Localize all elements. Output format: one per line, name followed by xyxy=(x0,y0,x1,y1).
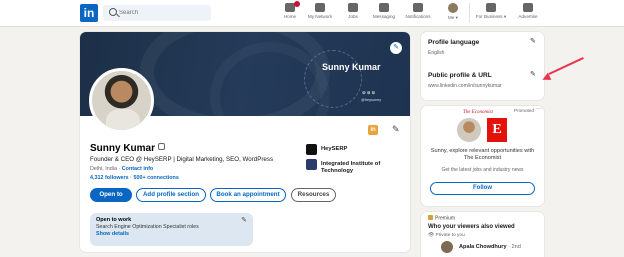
messaging-icon xyxy=(379,3,389,12)
profile-language-value: English xyxy=(428,50,445,56)
promoted-label: Promoted xyxy=(514,108,534,113)
profile-photo[interactable] xyxy=(89,68,154,133)
more-options-icon[interactable]: ··· xyxy=(536,106,542,112)
resources-button[interactable]: Resources xyxy=(291,188,336,202)
nav-advertise[interactable]: Advertise xyxy=(506,3,550,25)
edit-cover-pencil-icon[interactable]: ✎ xyxy=(390,42,402,54)
ad-brand: The Economist xyxy=(463,110,493,115)
jobs-icon xyxy=(348,3,358,12)
viewer-name[interactable]: Apala Chowdhury · 2nd xyxy=(459,244,521,250)
ad-subtext: Get the latest jobs and industry news xyxy=(441,167,524,173)
open-to-work-box[interactable]: Open to work Search Engine Optimization … xyxy=(90,213,253,246)
linkedin-logo-icon[interactable]: in xyxy=(80,4,98,22)
search-icon xyxy=(109,8,117,16)
linkedin-badge-icon[interactable]: in xyxy=(368,125,378,135)
open-to-work-roles: Search Engine Optimization Specialist ro… xyxy=(96,224,199,230)
private-label: 👁 Private to you xyxy=(428,233,465,238)
economist-logo-icon: E xyxy=(487,118,507,142)
ad-card: The Economist Promoted ··· E Sunny, expl… xyxy=(421,106,544,206)
ad-text: Sunny, explore relevant opportunities wi… xyxy=(430,148,535,161)
profile-settings-card: Profile language English ✎ Public profil… xyxy=(421,32,544,100)
heyserp-logo-icon xyxy=(306,144,317,155)
profile-photo-body xyxy=(106,109,140,130)
premium-label: Premium xyxy=(428,215,455,222)
profile-connections: 4,312 followers · 500+ connections xyxy=(90,175,179,181)
banner-decoration xyxy=(304,50,362,108)
edit-url-pencil-icon[interactable]: ✎ xyxy=(530,70,536,78)
add-profile-section-button[interactable]: Add profile section xyxy=(136,188,206,202)
banner-handle: @heysunny xyxy=(361,98,382,102)
school-logo-icon xyxy=(306,159,317,170)
edit-pencil-icon[interactable]: ✎ xyxy=(241,216,247,224)
profile-language-title: Profile language xyxy=(428,39,480,46)
profile-location: Delhi, India · Contact info xyxy=(90,166,154,172)
advertise-icon xyxy=(523,3,533,12)
public-profile-url[interactable]: www.linkedin.com/in/sunnykumar xyxy=(428,83,502,89)
connections-link[interactable]: · 500+ connections xyxy=(129,175,179,181)
banner-name: Sunny Kumar xyxy=(322,62,381,72)
verified-shield-icon[interactable] xyxy=(158,143,166,150)
followers-link[interactable]: 4,312 followers xyxy=(90,175,129,181)
search-input[interactable] xyxy=(119,6,207,20)
search-bar[interactable] xyxy=(103,5,211,21)
show-details-link[interactable]: Show details xyxy=(96,231,247,237)
ad-user-avatar xyxy=(457,118,481,142)
public-profile-title: Public profile & URL xyxy=(428,72,492,79)
edit-language-pencil-icon[interactable]: ✎ xyxy=(530,37,536,45)
viewers-card: Premium Who your viewers also viewed 👁 P… xyxy=(421,212,544,257)
open-to-work-title: Open to work xyxy=(96,217,132,223)
top-navigation: in Home My Network Jobs Messaging Notifi… xyxy=(0,0,624,27)
viewer-avatar[interactable] xyxy=(441,241,453,253)
open-to-button[interactable]: Open to xyxy=(90,188,132,202)
profile-name: Sunny Kumar xyxy=(90,143,166,154)
bell-icon xyxy=(413,3,423,12)
follow-button[interactable]: Follow xyxy=(430,182,535,195)
network-icon xyxy=(315,3,325,12)
premium-icon xyxy=(428,215,433,220)
profile-headline: Founder & CEO @ HeySERP | Digital Market… xyxy=(90,156,274,163)
avatar xyxy=(448,3,458,13)
annotation-arrow-line xyxy=(548,57,584,75)
edit-intro-pencil-icon[interactable]: ✎ xyxy=(392,124,400,135)
grid-icon xyxy=(486,3,496,12)
book-appointment-button[interactable]: Book an appointment xyxy=(210,188,286,202)
profile-card: Sunny Kumar ⊚⊚⊚ @heysunny ✎ in ✎ Sunny K… xyxy=(80,32,410,252)
contact-info-link[interactable]: Contact info xyxy=(122,166,153,172)
viewers-title: Who your viewers also viewed xyxy=(428,224,515,230)
banner-social-icons: ⊚⊚⊚ xyxy=(362,90,377,95)
